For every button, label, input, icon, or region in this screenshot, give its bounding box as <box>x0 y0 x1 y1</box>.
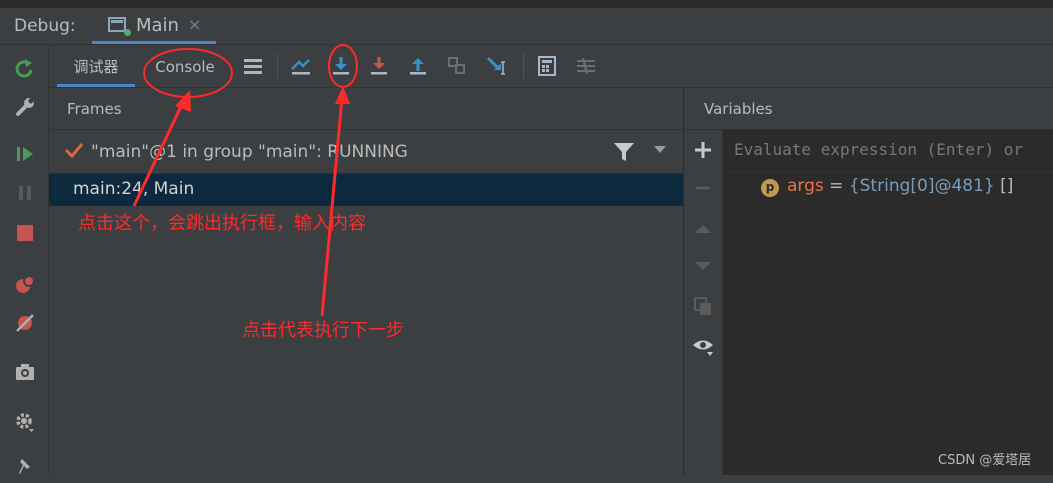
drop-frame-icon[interactable] <box>445 54 469 78</box>
variables-side-toolbar <box>684 130 723 475</box>
tab-debugger[interactable]: 调试器 <box>57 45 135 87</box>
debug-left-toolbar <box>0 45 49 475</box>
debug-label: Debug: <box>14 16 76 36</box>
toolbar-divider <box>277 53 278 79</box>
variables-list: p args = {String[0]@481} [] <box>723 173 1053 475</box>
toolbar-divider <box>523 53 524 79</box>
rerun-icon[interactable] <box>14 57 36 79</box>
filter-icon[interactable] <box>613 142 635 162</box>
evaluate-expression-field[interactable] <box>723 130 1053 173</box>
watermark: CSDN @爱塔居 <box>938 453 1032 468</box>
step-into-icon[interactable] <box>367 54 391 78</box>
eye-icon[interactable] <box>692 335 714 357</box>
duplicate-watch-icon[interactable] <box>692 295 714 317</box>
frame-list-item-selected[interactable]: main:24, Main <box>49 174 683 206</box>
add-watch-icon[interactable] <box>692 139 714 161</box>
layout-menu-icon[interactable] <box>241 54 265 78</box>
evaluate-expression-icon[interactable] <box>535 54 559 78</box>
variable-array-view: [] <box>994 176 1014 196</box>
chevron-down-icon[interactable] <box>653 142 667 160</box>
running-indicator-icon <box>124 29 131 36</box>
evaluate-expression-input[interactable] <box>734 140 1053 159</box>
run-to-cursor-icon[interactable] <box>485 54 509 78</box>
step-over-icon[interactable] <box>329 54 353 78</box>
variables-panel-header: Variables <box>684 88 1053 130</box>
variable-equals: = <box>823 176 849 196</box>
debugger-toolbar: 调试器 Console <box>49 45 1053 88</box>
move-down-icon[interactable] <box>692 255 714 277</box>
checkmark-icon <box>63 139 85 166</box>
close-icon[interactable]: × <box>188 15 201 34</box>
trace-stream-icon[interactable] <box>574 54 598 78</box>
frames-title: Frames <box>67 100 122 118</box>
view-breakpoints-icon[interactable] <box>14 273 36 295</box>
thread-label: "main"@1 in group "main": RUNNING <box>91 142 408 162</box>
show-execution-point-icon[interactable] <box>289 54 313 78</box>
resume-program-icon[interactable] <box>14 143 36 165</box>
step-annotation: 点击代表执行下一步 <box>242 320 404 341</box>
variable-value: {String[0]@481} <box>848 176 995 196</box>
wrench-settings-icon[interactable] <box>14 96 36 118</box>
stop-program-icon[interactable] <box>14 222 36 244</box>
variable-row[interactable]: args = {String[0]@481} [] <box>761 176 1013 196</box>
move-up-icon[interactable] <box>692 218 714 240</box>
variables-title: Variables <box>704 100 773 118</box>
pause-program-icon[interactable] <box>14 182 36 204</box>
tab-console[interactable]: Console <box>149 45 221 87</box>
application-window-icon <box>108 17 126 32</box>
variable-name: args <box>787 176 824 196</box>
debug-header: Debug: Main × <box>0 8 1053 45</box>
camera-snapshot-icon[interactable] <box>14 361 36 383</box>
thread-selector[interactable]: "main"@1 in group "main": RUNNING <box>49 130 683 174</box>
editor-code-strip <box>0 0 1053 8</box>
pin-icon[interactable] <box>14 457 36 479</box>
remove-watch-icon[interactable] <box>692 177 714 199</box>
console-annotation: 点击这个，会跳出执行框，输入内容 <box>78 213 366 234</box>
gear-icon[interactable] <box>14 411 36 433</box>
frame-label: main:24, Main <box>73 179 195 199</box>
tab-main-label: Main <box>136 15 179 36</box>
mute-breakpoints-icon[interactable] <box>14 312 36 334</box>
step-out-icon[interactable] <box>406 54 430 78</box>
frames-panel-header: Frames <box>49 88 683 130</box>
tab-main[interactable]: Main × <box>92 8 216 44</box>
